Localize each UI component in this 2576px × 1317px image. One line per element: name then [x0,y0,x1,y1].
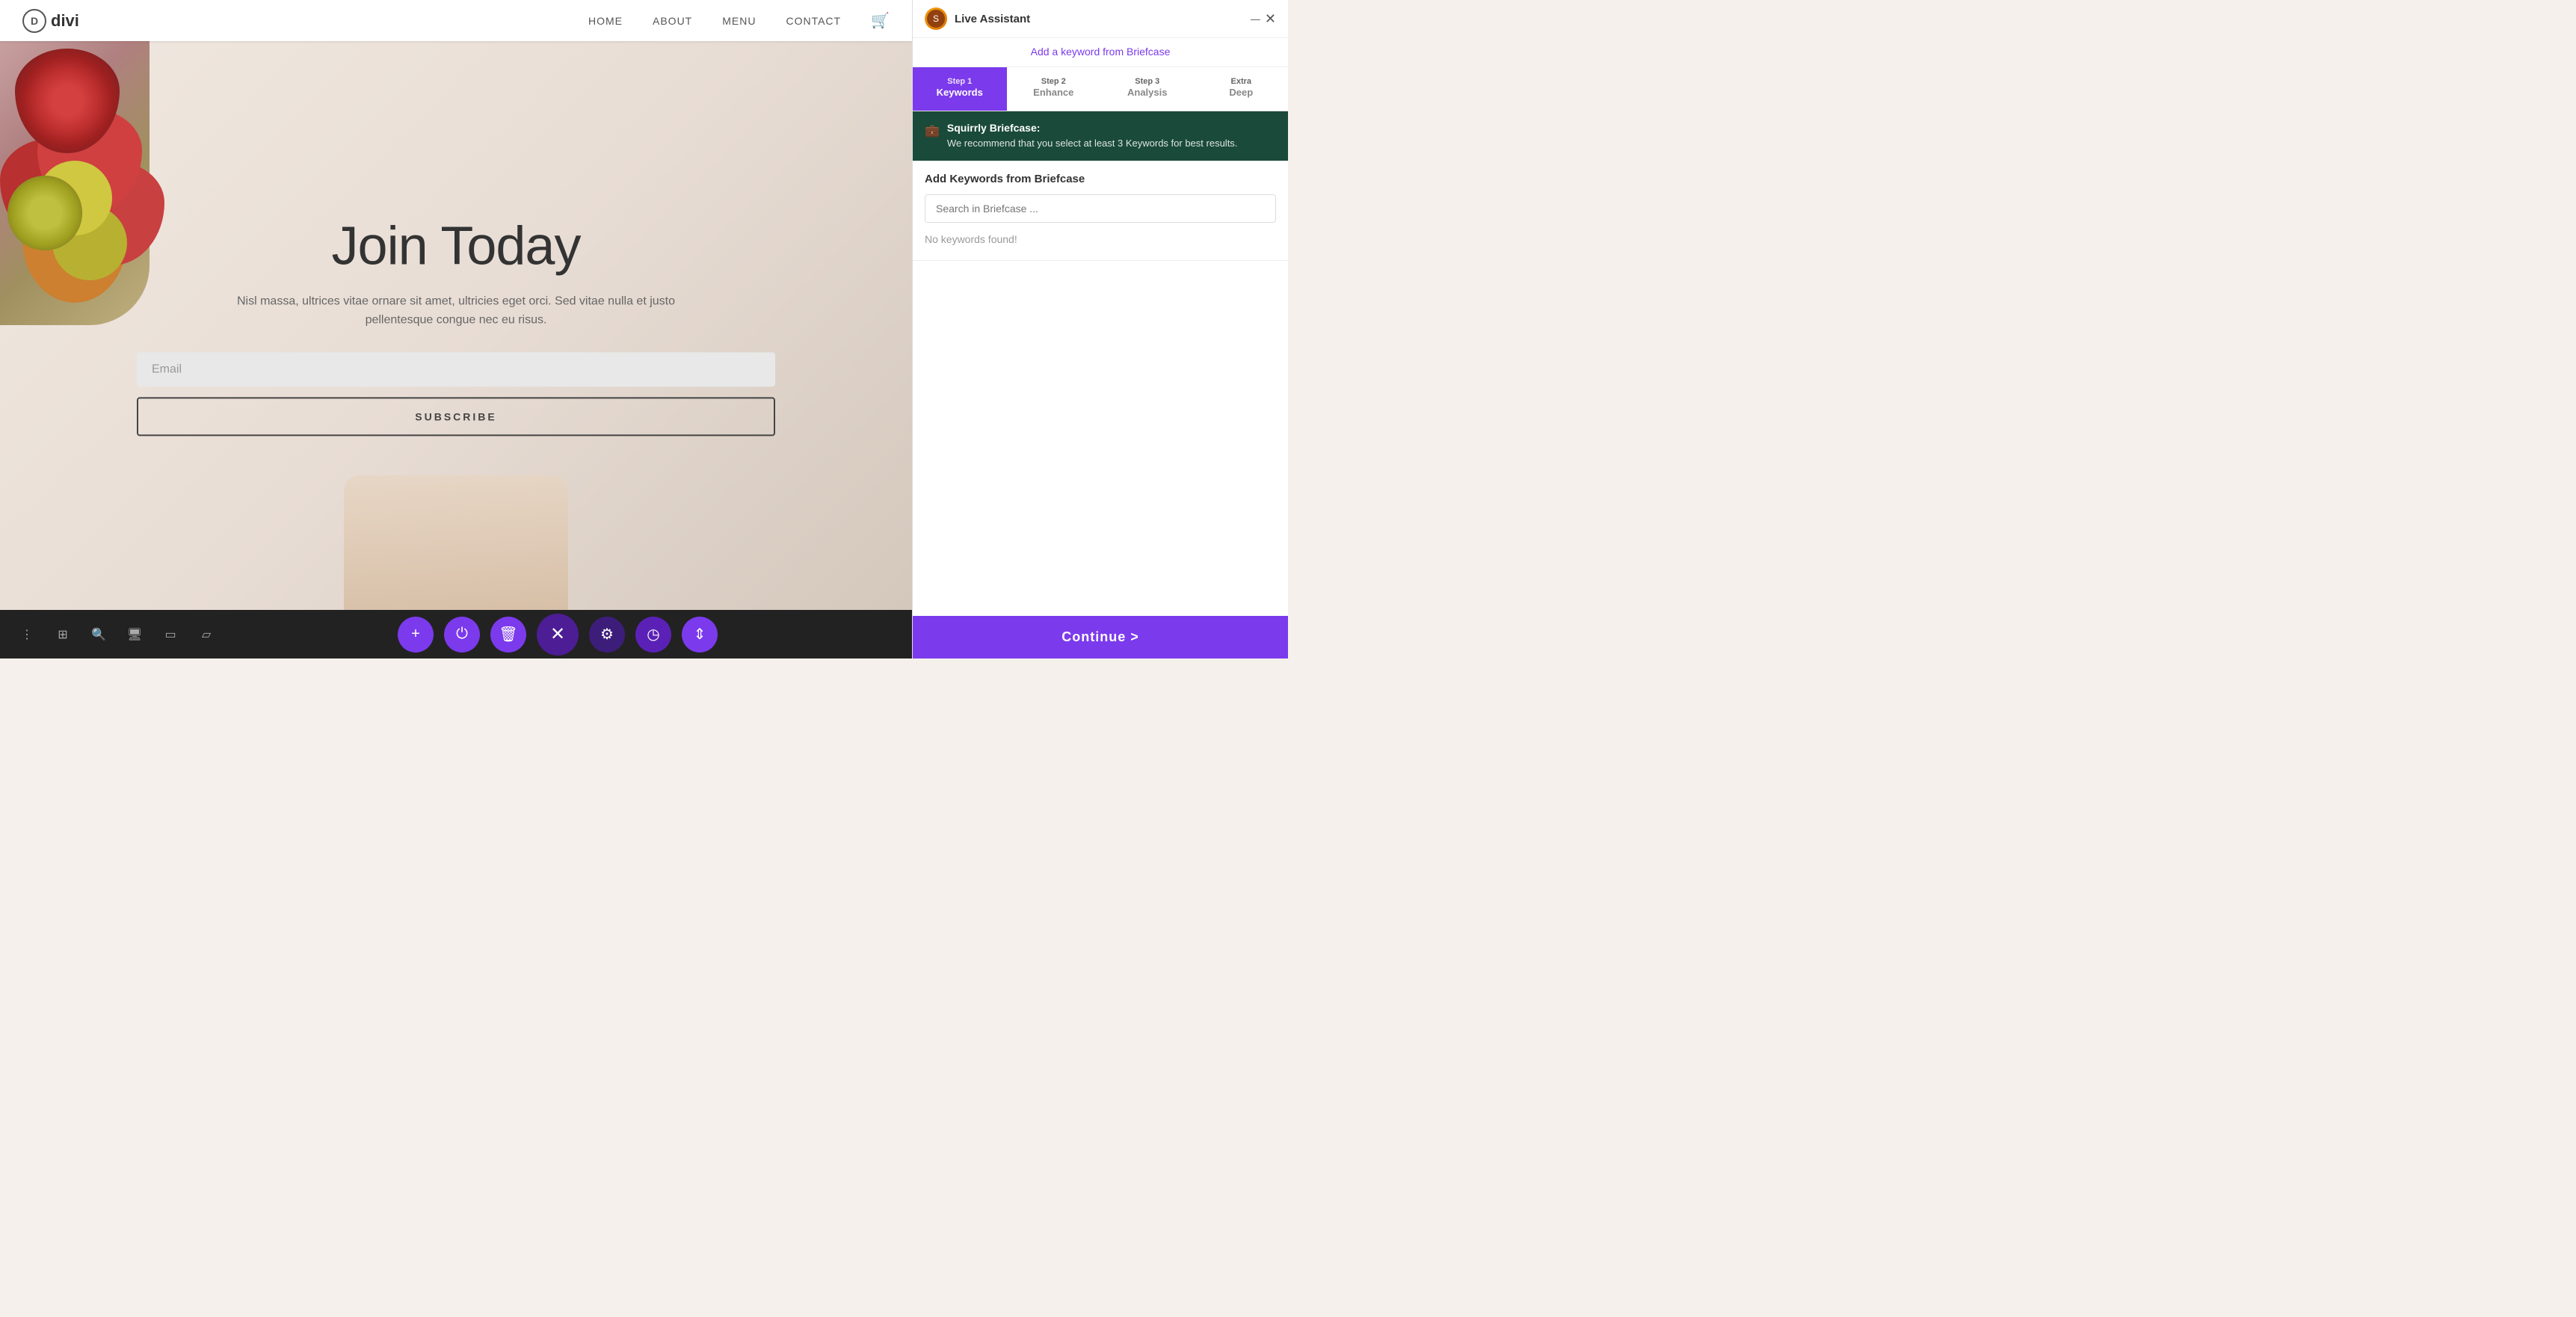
toolbar-tablet-icon[interactable]: ▭ [158,623,182,647]
briefcase-notice-text: We recommend that you select at least 3 … [947,137,1238,150]
panel-spacer [913,261,1288,616]
toolbar-left: ⋮ ⊞ 🔍 🖥 ▭ ▱ [15,623,218,647]
bottom-toolbar: ⋮ ⊞ 🔍 🖥 ▭ ▱ + ⏻ 🗑 ✕ ⚙ ◷ ⇕ [0,610,912,658]
panel-title: Live Assistant [955,13,1030,25]
briefcase-icon: 💼 [925,123,940,138]
email-placeholder: Email [152,363,182,375]
email-input[interactable]: Email [137,352,775,386]
power-button[interactable]: ⏻ [444,617,480,653]
delete-button[interactable]: 🗑 [490,617,526,653]
briefcase-notice-title: Squirrly Briefcase: [947,122,1238,134]
squirrly-avatar: S [925,7,947,30]
hero-section: Join Today Nisl massa, ultrices vitae or… [0,41,912,610]
panel-header-left: S Live Assistant [925,7,1030,30]
subscribe-button[interactable]: SUBSCRIBE [137,397,775,436]
step3-label: Step 3 [1106,76,1189,87]
tab-extra-deep[interactable]: Extra Deep [1195,67,1289,111]
logo-circle: D [22,9,46,33]
move-button[interactable]: ⇕ [682,617,718,653]
flowers-decoration [0,41,150,325]
no-keywords-message: No keywords found! [925,230,1276,248]
toolbar-grid-icon[interactable]: ⊞ [51,623,75,647]
site-logo[interactable]: D divi [22,9,79,33]
add-keywords-title: Add Keywords from Briefcase [925,173,1276,185]
logo-name: divi [51,11,79,31]
step2-name: Enhance [1013,87,1095,99]
briefcase-search-input[interactable] [925,194,1276,223]
continue-button[interactable]: Continue > [913,616,1288,658]
add-button[interactable]: + [398,617,434,653]
toolbar-desktop-icon[interactable]: 🖥 [123,623,147,647]
settings-button[interactable]: ⚙ [589,617,625,653]
extra-name: Deep [1201,87,1283,99]
tab-step2-enhance[interactable]: Step 2 Enhance [1007,67,1101,111]
hero-title: Join Today [137,215,775,277]
assistant-panel: S Live Assistant — ✕ Add a keyword from … [912,0,1288,658]
website-area: D divi HOME ABOUT MENU CONTACT 🛒 Join To… [0,0,912,658]
logo-letter: D [31,15,38,27]
panel-body: 💼 Squirrly Briefcase: We recommend that … [913,111,1288,658]
extra-label: Extra [1201,76,1283,87]
briefcase-notice-content: Squirrly Briefcase: We recommend that yo… [947,122,1238,150]
add-keyword-section: Add a keyword from Briefcase [913,38,1288,67]
add-keywords-from-briefcase: Add Keywords from Briefcase No keywords … [913,161,1288,261]
toolbar-mobile-icon[interactable]: ▱ [194,623,218,647]
panel-close-icon[interactable]: ✕ [1265,11,1276,27]
tab-step1-keywords[interactable]: Step 1 Keywords [913,67,1007,111]
step1-label: Step 1 [919,76,1001,87]
avatar-inner: S [927,10,945,28]
steps-tabs: Step 1 Keywords Step 2 Enhance Step 3 An… [913,67,1288,111]
nav-contact[interactable]: CONTACT [786,15,841,27]
hero-decoration-bottom [344,475,568,610]
top-nav: D divi HOME ABOUT MENU CONTACT 🛒 [0,0,912,41]
toolbar-search-icon[interactable]: 🔍 [87,623,111,647]
tab-step3-analysis[interactable]: Step 3 Analysis [1100,67,1195,111]
panel-header: S Live Assistant — ✕ [913,0,1288,38]
cart-icon[interactable]: 🛒 [871,11,890,30]
nav-about[interactable]: ABOUT [653,15,692,27]
nav-links: HOME ABOUT MENU CONTACT 🛒 [588,11,890,30]
hero-subtitle: Nisl massa, ultrices vitae ornare sit am… [232,292,680,330]
toolbar-dots-icon[interactable]: ⋮ [15,623,39,647]
step3-name: Analysis [1106,87,1189,99]
hero-content: Join Today Nisl massa, ultrices vitae or… [137,215,775,436]
history-button[interactable]: ◷ [635,617,671,653]
step2-label: Step 2 [1013,76,1095,87]
nav-home[interactable]: HOME [588,15,623,27]
add-keyword-link[interactable]: Add a keyword from Briefcase [1031,46,1171,58]
close-button[interactable]: ✕ [537,614,579,656]
briefcase-notice: 💼 Squirrly Briefcase: We recommend that … [913,111,1288,161]
panel-close-button[interactable]: — ✕ [1251,11,1276,27]
step1-name: Keywords [919,87,1001,99]
panel-minimize-icon: — [1251,13,1260,25]
toolbar-center: + ⏻ 🗑 ✕ ⚙ ◷ ⇕ [218,614,897,656]
nav-menu[interactable]: MENU [722,15,756,27]
